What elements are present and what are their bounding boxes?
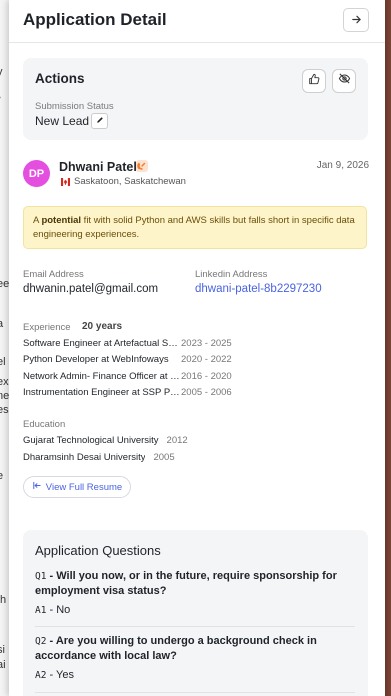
background-page-edge	[385, 0, 391, 696]
panel-title: Application Detail	[23, 10, 167, 29]
linkedin-label: Linkedin Address	[195, 269, 268, 280]
fit-summary-text: fit with solid Python and AWS skills but…	[33, 215, 355, 240]
experience-title: Network Admin- Finance Officer at Bank	[23, 371, 181, 382]
divider	[35, 692, 355, 693]
application-questions-card: Application Questions Q1 - Will you now,…	[23, 530, 368, 696]
submission-status-label: Submission Status	[35, 101, 114, 112]
hide-button[interactable]	[332, 69, 356, 93]
question-code: Q2	[35, 636, 47, 647]
background-text: si	[0, 644, 5, 656]
view-full-resume-button[interactable]: View Full Resume	[23, 476, 131, 498]
candidate-location: Saskatoon, Saskatchewan	[61, 176, 186, 187]
application-questions-title: Application Questions	[35, 543, 161, 558]
background-text: th	[0, 594, 7, 606]
application-detail-panel: Application Detail Actions Submission St…	[9, 0, 385, 696]
actions-title: Actions	[35, 71, 85, 86]
answer-item: A2 - Yes	[35, 669, 74, 681]
education-year: 2012	[166, 435, 188, 446]
thumbs-up-icon	[308, 72, 320, 90]
fit-summary: A potential fit with solid Python and AW…	[23, 206, 367, 249]
email-label: Email Address	[23, 269, 84, 280]
education-item: Gujarat Technological University 2012	[23, 435, 188, 446]
experience-item: Python Developer at WebInfoways 2020 - 2…	[23, 354, 232, 365]
background-text: el	[0, 356, 6, 368]
experience-dates: 2005 - 2006	[181, 387, 232, 398]
canada-flag-icon	[61, 177, 70, 186]
eye-off-icon	[338, 72, 351, 90]
fit-summary-emphasis: potential	[41, 215, 82, 226]
arrow-left-icon	[32, 481, 41, 493]
application-date: Jan 9, 2026	[316, 160, 369, 171]
source-badge-icon	[135, 159, 149, 173]
experience-dates: 2020 - 2022	[181, 354, 232, 365]
background-text: e	[0, 470, 4, 482]
experience-title: Python Developer at WebInfoways	[23, 354, 169, 365]
thumbs-up-button[interactable]	[302, 69, 326, 93]
education-year: 2005	[153, 452, 175, 463]
experience-dates: 2016 - 2020	[181, 371, 232, 382]
question-code: Q1	[35, 571, 47, 582]
answer-code: A2	[35, 670, 47, 681]
view-full-resume-label: View Full Resume	[45, 481, 123, 493]
question-item: Q2 - Are you willing to undergo a backgr…	[35, 635, 317, 662]
experience-item: Instrumentation Engineer at SSP Pvt Ltd …	[23, 387, 232, 398]
divider	[35, 626, 355, 627]
experience-item: Network Admin- Finance Officer at Bank 2…	[23, 371, 232, 382]
background-page: y • ee a el ex ne es T e th si ai	[0, 0, 9, 696]
answer-item: A1 - No	[35, 604, 71, 616]
linkedin-link[interactable]: dhwani-patel-8b2297230	[195, 283, 322, 295]
background-text: es T	[0, 404, 9, 416]
answer-code: A1	[35, 605, 47, 616]
arrow-right-icon	[351, 13, 362, 28]
experience-title: Instrumentation Engineer at SSP Pvt Ltd	[23, 387, 181, 398]
background-text: ai	[0, 659, 6, 671]
experience-title: Software Engineer at Artefactual Systems	[23, 338, 181, 349]
background-text: ex	[0, 376, 9, 388]
experience-label: Experience	[23, 322, 71, 333]
pencil-icon	[96, 116, 104, 126]
experience-dates: 2023 - 2025	[181, 338, 232, 349]
experience-item: Software Engineer at Artefactual Systems…	[23, 338, 232, 349]
submission-status-value: New Lead	[35, 114, 90, 128]
candidate-location-text: Saskatoon, Saskatchewan	[74, 176, 186, 187]
background-text: •	[0, 92, 1, 104]
education-label: Education	[23, 419, 66, 430]
answer-text: No	[56, 604, 71, 616]
education-school: Gujarat Technological University	[23, 435, 159, 446]
panel-header: Application Detail	[9, 0, 385, 43]
avatar: DP	[23, 160, 50, 187]
experience-years: 20 years	[82, 321, 123, 332]
candidate-name: Dhwani Patel	[59, 160, 137, 174]
close-panel-button[interactable]	[343, 8, 369, 32]
actions-card: Actions Submission Status New Lead	[23, 58, 368, 140]
education-item: Dharamsinh Desai University 2005	[23, 452, 175, 463]
background-text: ne	[0, 390, 9, 402]
email-value[interactable]: dhwanin.patel@gmail.com	[23, 283, 158, 295]
background-text: a	[0, 318, 4, 330]
question-text: Will you now, or in the future, require …	[35, 570, 337, 597]
background-text: ee	[0, 278, 9, 290]
question-text: Are you willing to undergo a background …	[35, 635, 317, 662]
background-text: y	[0, 66, 3, 78]
edit-status-button[interactable]	[91, 113, 108, 129]
answer-text: Yes	[56, 669, 74, 681]
education-school: Dharamsinh Desai University	[23, 452, 146, 463]
question-item: Q1 - Will you now, or in the future, req…	[35, 570, 337, 597]
